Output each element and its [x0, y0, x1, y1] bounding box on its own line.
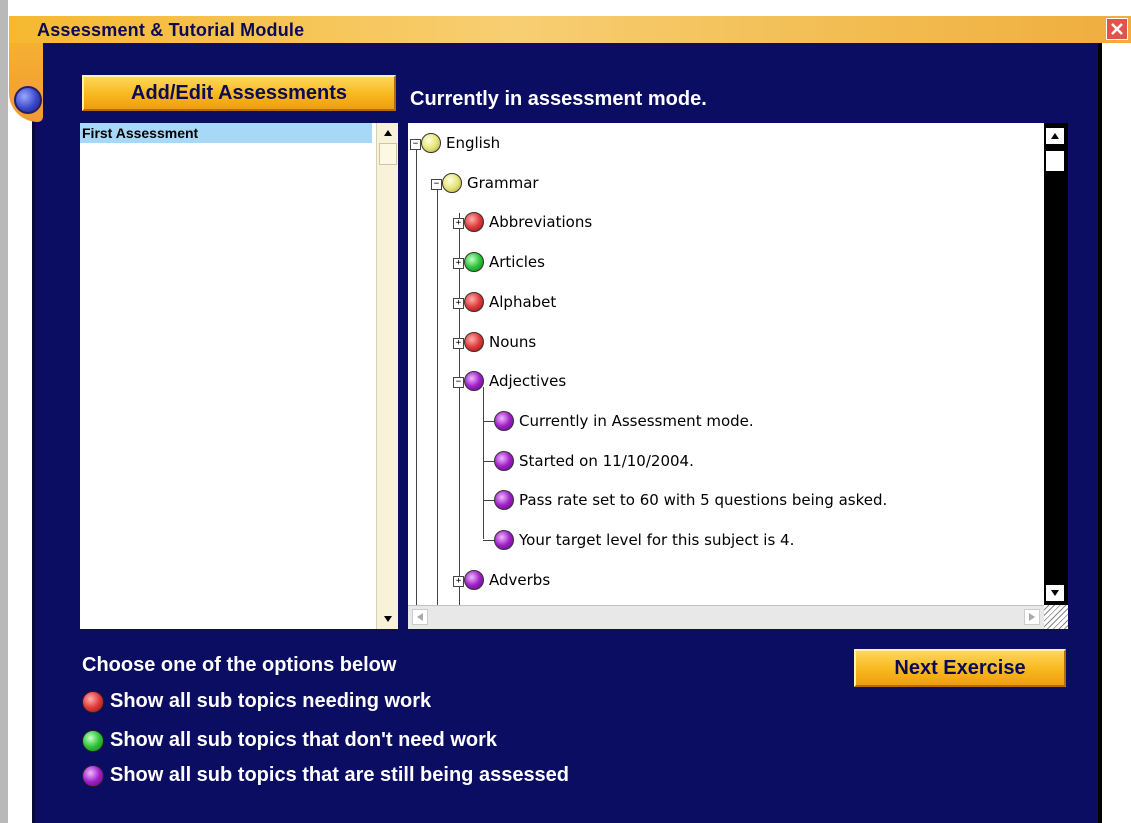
- tree-node-label[interactable]: English: [446, 134, 500, 152]
- red-ball-icon: [464, 292, 484, 312]
- assessment-list[interactable]: First Assessment: [80, 123, 398, 629]
- close-icon[interactable]: [1106, 18, 1128, 40]
- tree-node-label[interactable]: Adverbs: [489, 571, 550, 589]
- red-ball-icon: [464, 332, 484, 352]
- tree-expander-icon[interactable]: +: [453, 218, 464, 229]
- purple-ball-icon: [494, 490, 514, 510]
- option-dont-need-work[interactable]: Show all sub topics that don't need work: [82, 729, 497, 752]
- tree-node-label[interactable]: Articles: [489, 253, 545, 271]
- tree-expander-icon[interactable]: −: [431, 179, 442, 190]
- tree-node-label[interactable]: Adjectives: [489, 372, 566, 390]
- red-ball-icon: [464, 212, 484, 232]
- scroll-down-icon[interactable]: [379, 611, 397, 627]
- purple-ball-icon: [82, 764, 104, 787]
- topic-tree-hscroll[interactable]: [408, 605, 1044, 629]
- red-ball-icon: [82, 690, 104, 713]
- scroll-thumb[interactable]: [379, 143, 397, 165]
- tree-connector: [483, 387, 484, 539]
- add-edit-assessments-button[interactable]: Add/Edit Assessments: [82, 75, 396, 111]
- options-heading: Choose one of the options below: [82, 654, 397, 676]
- yellow-ball-icon: [421, 133, 441, 153]
- tree-node-label[interactable]: Started on 11/10/2004.: [519, 452, 694, 470]
- tree-scroll-thumb[interactable]: [1046, 151, 1064, 171]
- main-panel-edge: [1098, 43, 1102, 823]
- tree-scroll-up-icon[interactable]: [1046, 128, 1064, 144]
- topic-tree[interactable]: − English − Grammar + Abbreviations + Articles +…: [408, 123, 1068, 629]
- tree-node-label[interactable]: Abbreviations: [489, 213, 592, 231]
- next-exercise-button[interactable]: Next Exercise: [854, 649, 1066, 687]
- option-label: Show all sub topics that are still being…: [110, 764, 570, 786]
- purple-ball-icon: [494, 530, 514, 550]
- tree-expander-icon[interactable]: +: [453, 298, 464, 309]
- tree-expander-icon[interactable]: −: [410, 139, 421, 150]
- tree-scroll-right-icon[interactable]: [1024, 609, 1040, 625]
- resize-grip-icon[interactable]: [1044, 605, 1068, 629]
- tree-scroll-left-icon[interactable]: [412, 609, 428, 625]
- tree-node-label[interactable]: Currently in Assessment mode.: [519, 412, 754, 430]
- green-ball-icon: [82, 729, 104, 752]
- tree-expander-icon[interactable]: +: [453, 258, 464, 269]
- tree-scroll-down-icon[interactable]: [1046, 585, 1064, 601]
- tree-expander-icon[interactable]: −: [453, 377, 464, 388]
- tree-connector: [459, 213, 460, 629]
- tree-expander-icon[interactable]: +: [453, 576, 464, 587]
- tree-node-label[interactable]: Your target level for this subject is 4.: [519, 531, 794, 549]
- orb-icon: [14, 86, 42, 114]
- window-title: Assessment & Tutorial Module: [37, 20, 305, 40]
- tree-node-label[interactable]: Alphabet: [489, 293, 556, 311]
- purple-ball-icon: [494, 451, 514, 471]
- tree-node-label[interactable]: Grammar: [467, 174, 539, 192]
- tree-node-label[interactable]: Nouns: [489, 333, 536, 351]
- purple-ball-icon: [494, 411, 514, 431]
- tree-expander-icon[interactable]: +: [453, 338, 464, 349]
- topic-tree-vscroll[interactable]: [1044, 123, 1068, 605]
- option-still-assessed[interactable]: Show all sub topics that are still being…: [82, 764, 569, 787]
- option-label: Show all sub topics needing work: [110, 690, 432, 712]
- purple-ball-icon: [464, 570, 484, 590]
- mode-status-text: Currently in assessment mode.: [410, 88, 707, 110]
- tree-node-label[interactable]: Pass rate set to 60 with 5 questions bei…: [519, 491, 887, 509]
- tree-connector: [416, 149, 417, 629]
- yellow-ball-icon: [442, 173, 462, 193]
- tree-connector: [437, 189, 438, 629]
- window-frame-left: [0, 0, 8, 823]
- option-label: Show all sub topics that don't need work: [110, 729, 498, 751]
- title-bar: Assessment & Tutorial Module: [9, 16, 1131, 43]
- purple-ball-icon: [464, 371, 484, 391]
- assessment-list-scrollbar[interactable]: [376, 123, 398, 629]
- option-needing-work[interactable]: Show all sub topics needing work: [82, 690, 431, 713]
- list-item-selected[interactable]: First Assessment: [80, 123, 372, 143]
- green-ball-icon: [464, 252, 484, 272]
- scroll-up-icon[interactable]: [379, 125, 397, 141]
